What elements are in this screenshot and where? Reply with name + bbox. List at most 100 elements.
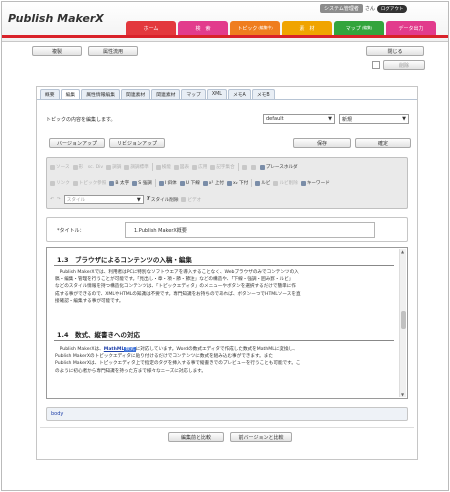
- nav-tab-5[interactable]: データ出力: [386, 21, 436, 35]
- toolbar-icon: [158, 180, 164, 186]
- compare-prev-version-button[interactable]: 前バージョンと比較: [230, 432, 292, 442]
- video-icon: [181, 197, 187, 202]
- edit-instruction: トピックの内容を編集します。: [46, 117, 116, 123]
- toolbar-icon: [50, 164, 55, 170]
- toolbar-row2-item-8[interactable]: ルビ: [255, 180, 270, 186]
- delete-checkbox[interactable]: [372, 61, 380, 69]
- toolbar-icon: [124, 164, 130, 170]
- tab-1[interactable]: 編集: [60, 89, 81, 99]
- nav-tab-4[interactable]: マップ (編集): [334, 21, 384, 35]
- tab-0[interactable]: 概要: [40, 89, 60, 99]
- paragraph-2: Publish MakerXは、MathML数式に対応しています。Wordの数式…: [55, 347, 301, 374]
- tab-4[interactable]: 関連素材: [151, 89, 181, 99]
- scroll-down-icon[interactable]: ▼: [401, 392, 404, 397]
- mathml-term: MathML: [103, 347, 125, 352]
- toolbar-row2-item-1[interactable]: トピック参照: [72, 180, 106, 186]
- tab-2[interactable]: 属性情報編集: [81, 89, 121, 99]
- editor-toolbar: ソース形 sc. Div 調調 調調標準 検能 図表 広用 記字集合 プレースホルダ リンクト…: [46, 157, 408, 209]
- toolbar-icon: [259, 164, 265, 170]
- content-scrollbar[interactable]: ▲ ▼: [399, 249, 406, 397]
- nav-tab-3[interactable]: 素 材: [282, 21, 332, 35]
- close-button[interactable]: 閉じる: [366, 46, 424, 56]
- toolbar-icon: [72, 164, 78, 170]
- nav-tab-1[interactable]: 検 索: [178, 21, 228, 35]
- scroll-thumb[interactable]: [401, 311, 406, 329]
- toolbar-row2-item-0[interactable]: リンク: [50, 180, 70, 186]
- app-window: Publish MakerX システム管理者 さん ログアウト ホーム検 索トピ…: [1, 1, 449, 491]
- user-area: システム管理者 さん ログアウト: [320, 4, 408, 13]
- save-button[interactable]: 保存: [293, 138, 351, 148]
- confirm-button[interactable]: 確定: [355, 138, 411, 148]
- nav-underline: [2, 35, 448, 38]
- duplicate-button[interactable]: 複製: [32, 46, 82, 56]
- toolbar-icon: [72, 180, 78, 186]
- style-select[interactable]: スタイル ▼: [63, 195, 144, 204]
- apply-attr-button[interactable]: 属性流用: [88, 46, 138, 56]
- toolbar-row2-item-3[interactable]: S 強調: [132, 180, 152, 186]
- toolbar-row1-item-9[interactable]: [250, 164, 257, 170]
- remove-style-button[interactable]: T スタイル削除: [147, 197, 179, 203]
- undo-icon[interactable]: ↶: [50, 197, 54, 202]
- delete-button[interactable]: 削除: [383, 60, 425, 70]
- toolbar-row1-item-5[interactable]: 図表: [173, 164, 189, 170]
- main-nav: ホーム検 索トピック (編集中) 素 材マップ (編集) データ出力: [126, 21, 436, 35]
- revision-up-button[interactable]: リビジョンアップ: [109, 138, 165, 148]
- toolbar-row2-item-5[interactable]: U 下線: [179, 180, 200, 186]
- nav-tab-2[interactable]: トピック (編集中): [230, 21, 280, 35]
- tab-5[interactable]: マップ: [181, 89, 206, 99]
- toolbar-icon: [255, 180, 261, 186]
- element-path[interactable]: body: [51, 411, 63, 417]
- nav-tab-0[interactable]: ホーム: [126, 21, 176, 35]
- toolbar-row1-item-4[interactable]: 検能: [155, 164, 171, 170]
- toolbar-row1-item-6[interactable]: 広用: [192, 164, 207, 170]
- header: Publish MakerX システム管理者 さん ログアウト ホーム検 索トピ…: [2, 2, 448, 42]
- compare-before-edit-button[interactable]: 編集前と比較: [168, 432, 224, 442]
- toolbar-row1-item-8[interactable]: [241, 164, 248, 170]
- toolbar-icon: [192, 164, 198, 170]
- tab-8[interactable]: メモB: [251, 89, 275, 99]
- toolbar-icon: [132, 180, 138, 186]
- version-up-button[interactable]: バージョンアップ: [49, 138, 105, 148]
- toolbar-row1-item-10[interactable]: プレースホルダ: [259, 164, 298, 170]
- system-admin-badge: システム管理者: [320, 4, 363, 13]
- toolbar-icon: [173, 164, 179, 170]
- toolbar-row2-item-6[interactable]: x² 上付: [202, 180, 224, 186]
- title-label: *タイトル：: [57, 228, 85, 234]
- toolbar-row1-item-3[interactable]: 調調標準: [124, 164, 149, 170]
- toolbar-row2-item-10[interactable]: キーワード: [300, 180, 330, 186]
- element-path-bar: body: [46, 407, 408, 421]
- toolbar-icon: [202, 180, 208, 186]
- mode-select[interactable]: 新規 ▼: [339, 114, 409, 124]
- title-row: *タイトル： 1.Publish MakerX概要: [46, 217, 408, 242]
- tab-3[interactable]: 関連素材: [121, 89, 151, 99]
- toolbar-row2-item-7[interactable]: x₂ 下付: [227, 180, 248, 186]
- toolbar-icon: [241, 164, 247, 170]
- toolbar-row1-item-1[interactable]: 形 sc. Div: [72, 164, 103, 170]
- toolbar-row2-item-2[interactable]: B 太字: [109, 180, 129, 186]
- toolbar-icon: [227, 180, 233, 186]
- selected-formula[interactable]: 数式: [124, 347, 136, 352]
- chevron-down-icon: ▼: [402, 116, 406, 122]
- toolbar-row2-item-4[interactable]: I 斜体: [158, 180, 177, 186]
- toolbar-icon: [50, 180, 55, 186]
- toolbar-icon: [155, 164, 161, 170]
- toolbar-icon: [179, 180, 185, 186]
- heading-1-4: 1.4 数式、縦書きへの対応: [57, 331, 141, 339]
- toolbar-row1-item-2[interactable]: 調調: [106, 164, 121, 170]
- topic-panel: 概要 編集 属性情報編集 関連素材 関連素材 マップ XML メモA メモB トピックの内容を編…: [36, 86, 418, 460]
- tab-6[interactable]: XML: [206, 89, 227, 99]
- app-logo: Publish MakerX: [8, 12, 104, 25]
- toolbar-icon: [300, 180, 306, 186]
- redo-icon[interactable]: ↷: [57, 197, 61, 202]
- scroll-up-icon[interactable]: ▲: [401, 249, 404, 254]
- tab-7[interactable]: メモA: [227, 89, 251, 99]
- toolbar-row2-item-9[interactable]: ルビ削除: [273, 180, 298, 186]
- toolbar-row1-item-7[interactable]: 記字集合: [210, 164, 235, 170]
- video-button[interactable]: ビデオ: [181, 197, 201, 203]
- editor-content[interactable]: 1.3 ブラウザによるコンテンツの入稿・編集 Publish MakerXでは、…: [46, 247, 408, 399]
- template-select[interactable]: default ▼: [263, 114, 335, 124]
- chevron-down-icon: ▼: [136, 197, 141, 203]
- logout-button[interactable]: ログアウト: [376, 4, 408, 13]
- title-input[interactable]: 1.Publish MakerX概要: [125, 222, 375, 238]
- toolbar-row1-item-0[interactable]: ソース: [50, 164, 70, 170]
